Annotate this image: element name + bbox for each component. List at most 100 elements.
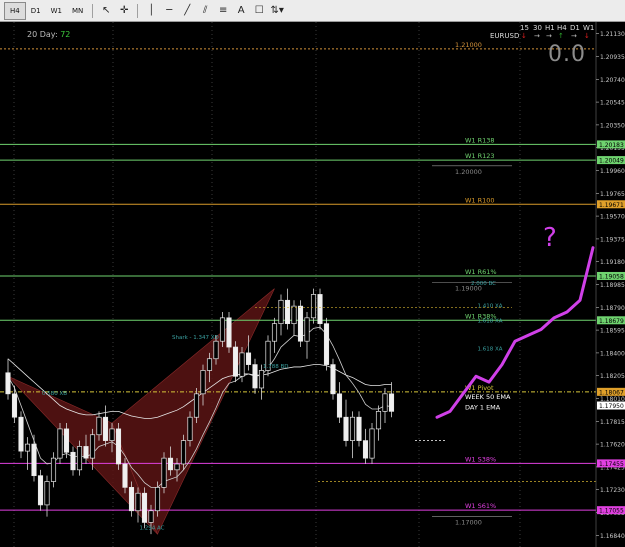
tf-header-d1: D1 (570, 24, 580, 32)
channel-tool-icon[interactable]: ⫽ (196, 3, 214, 19)
bear-candle (102, 416, 109, 441)
text-tool-icon[interactable]: A (232, 3, 250, 19)
level-label: WEEK 50 EMA (465, 393, 511, 401)
bull-candle (213, 340, 219, 360)
bull-candle (44, 481, 50, 506)
price-tick-label: 1.18985 (600, 282, 625, 289)
fibonacci-tool-icon[interactable]: ≡ (214, 3, 232, 19)
price-tick-label: 1.19765 (600, 191, 625, 198)
price-tick-label: 1.16840 (600, 533, 625, 540)
price-badge-label: 1.17055 (599, 508, 624, 515)
trend-arrow-icon: → (571, 32, 577, 40)
bull-candle (89, 434, 96, 459)
pattern-label: 1.788 BD (263, 364, 289, 370)
pattern-label: 2.000 BC (471, 281, 496, 287)
bear-candle (128, 487, 135, 512)
price-tick-label: 1.20740 (600, 77, 625, 84)
bear-candle (323, 323, 330, 365)
timeframe-d1-button[interactable]: D1 (26, 3, 46, 19)
pattern-label: 1.294 AC (140, 525, 165, 531)
twenty-day-value: 72 (60, 30, 71, 39)
timeframe-mn-button[interactable]: MN (67, 3, 88, 19)
level-label: W1 S38% (465, 455, 496, 463)
price-badge-label: 1.17455 (599, 461, 624, 468)
bull-candle (135, 492, 141, 512)
bull-candle (219, 317, 226, 342)
bull-candle (349, 416, 356, 441)
price-tick-label: 1.21130 (600, 31, 625, 38)
price-tick-label: 1.19960 (600, 168, 625, 175)
level-label: W1 R123 (465, 152, 495, 160)
price-badge-label: 1.20049 (599, 158, 624, 165)
price-chart[interactable]: 1.21000 W1 R138 W1 R123 1.20000 W1 R100 W1 R6… (0, 22, 625, 547)
toolbar-divider (137, 3, 139, 18)
bear-candle (388, 393, 395, 412)
question-mark: ? (543, 223, 557, 253)
price-tick-label: 1.19570 (600, 214, 625, 221)
level-label: W1 S61% (465, 502, 496, 510)
trend-arrow-icon: ↓ (584, 32, 590, 40)
bull-candle (148, 510, 154, 523)
price-tick-label: 1.18790 (600, 305, 625, 312)
price-tick-label: 1.19375 (600, 236, 625, 243)
bull-candle (109, 428, 115, 441)
bull-candle (57, 428, 63, 459)
bear-candle (226, 317, 232, 348)
level-label: 1.17000 (455, 519, 482, 527)
arrow-tool-icon[interactable]: ⇅▾ (268, 3, 286, 19)
twenty-day-label: 20 Day: 72 (27, 30, 71, 39)
bear-candle (31, 443, 37, 477)
bull-candle (50, 457, 57, 482)
bear-candle (336, 393, 343, 418)
price-tick-label: 1.17230 (600, 487, 625, 494)
price-axis: 1.21130 1.20935 1.20740 1.20545 1.20350 1.201… (595, 22, 625, 547)
price-tick-label: 1.20935 (600, 54, 625, 61)
horizontal-line-tool-icon[interactable]: ─ (160, 3, 178, 19)
vertical-line-tool-icon[interactable]: │ (142, 3, 160, 19)
bull-candle (310, 294, 317, 319)
price-tick-label: 1.18205 (600, 373, 625, 380)
bull-candle (96, 416, 102, 436)
bull-candle (206, 358, 213, 371)
bear-candle (362, 440, 369, 459)
crosshair-tool-icon[interactable]: ✛ (115, 3, 133, 19)
trend-arrow-icon: → (534, 32, 540, 40)
level-label: W1 R100 (465, 196, 495, 204)
price-badge-label: 1.17950 (599, 403, 624, 410)
price-badge-label: 1.18067 (599, 389, 624, 396)
price-tick-label: 1.18400 (600, 350, 625, 357)
bull-candle (76, 446, 83, 471)
bear-candle (284, 299, 291, 325)
price-tick-label: 1.17815 (600, 419, 625, 426)
bear-candle (122, 463, 128, 488)
bear-candle (37, 475, 44, 506)
bull-candle (271, 323, 278, 342)
symbol-label: EURUSD (490, 32, 520, 40)
bull-candle (369, 428, 375, 459)
label-tool-icon[interactable]: ☐ (250, 3, 268, 19)
bear-candle (252, 364, 258, 389)
price-tick-label: 1.20350 (600, 122, 625, 129)
bull-candle (382, 393, 388, 412)
bull-candle (258, 370, 265, 389)
tf-header-w1: W1 (583, 24, 595, 32)
bear-candle (141, 492, 148, 523)
timeframe-h4-button[interactable]: H4 (4, 1, 26, 20)
bear-candle (343, 416, 349, 441)
trendline-tool-icon[interactable]: ╱ (178, 3, 196, 19)
big-value-readout: 0.0 (548, 42, 586, 67)
pattern-label: 1.618 XA (478, 319, 503, 325)
bull-candle (187, 416, 193, 441)
bear-candle (317, 294, 323, 325)
price-badge-label: 1.19058 (599, 273, 624, 280)
bear-candle (167, 457, 174, 471)
bear-candle (63, 428, 70, 453)
bull-candle (161, 457, 167, 488)
trend-arrow-icon: → (546, 32, 552, 40)
cursor-tool-icon[interactable]: ↖ (97, 3, 115, 19)
bull-candle (24, 443, 31, 452)
price-badge-label: 1.19671 (599, 202, 624, 209)
timeframe-w1-button[interactable]: W1 (46, 3, 67, 19)
tf-header-30: 30 (533, 24, 542, 32)
toolbar-divider (92, 3, 94, 18)
